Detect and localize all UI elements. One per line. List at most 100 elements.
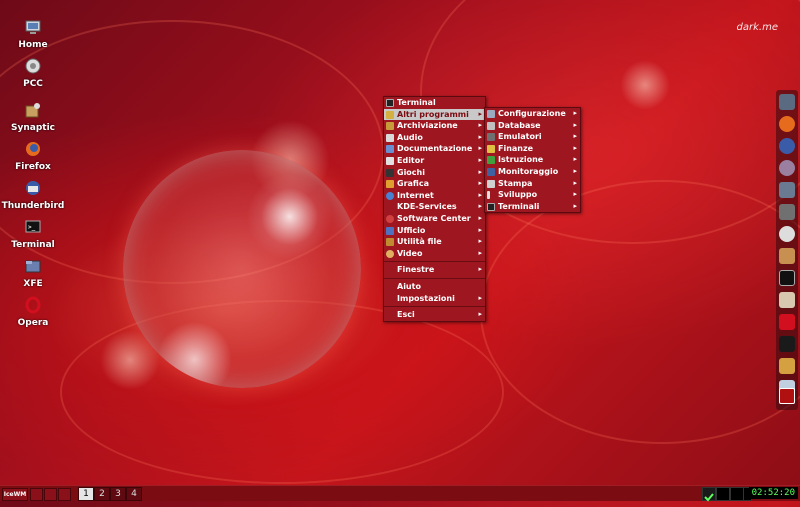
- menu-item-label: Internet: [397, 190, 434, 200]
- desktop-icon-synaptic[interactable]: Synaptic: [0, 101, 66, 133]
- tray-check-icon[interactable]: [702, 487, 716, 502]
- dock-firefox-icon[interactable]: [779, 116, 795, 132]
- menu-item-giochi[interactable]: Giochi ▸: [384, 167, 485, 179]
- dock-pidgin-icon[interactable]: [779, 160, 795, 176]
- chevron-right-icon: ▸: [478, 144, 482, 153]
- dock-logout-icon[interactable]: [779, 388, 795, 404]
- tray-cpu-monitor-icon: [716, 487, 730, 501]
- submenu-item-finanze[interactable]: Finanze ▸: [485, 143, 580, 155]
- menu-item-aiuto[interactable]: Aiuto: [384, 281, 485, 293]
- submenu-item-terminali[interactable]: Terminali ▸: [485, 201, 580, 213]
- submenu-item-configurazione[interactable]: Configurazione ▸: [485, 108, 580, 120]
- menu-item-documentazione[interactable]: Documentazione ▸: [384, 143, 485, 155]
- globe-icon: [386, 191, 394, 200]
- submenu-item-monitoraggio[interactable]: Monitoraggio ▸: [485, 166, 580, 178]
- settings-icon: [487, 110, 495, 118]
- desktop-icon-label: Terminal: [11, 240, 55, 250]
- menu-item-video[interactable]: Video ▸: [384, 248, 485, 260]
- chevron-right-icon: ▸: [478, 179, 482, 188]
- menu-item-ufficio[interactable]: Ufficio ▸: [384, 225, 485, 237]
- desktop-icon-label: Synaptic: [11, 123, 55, 133]
- menu-item-label: Altri programmi: [397, 109, 469, 119]
- menu-item-terminal[interactable]: Terminal: [384, 97, 485, 109]
- dock-settings-icon[interactable]: [779, 204, 795, 220]
- education-icon: [487, 156, 495, 165]
- menu-item-audio[interactable]: Audio ▸: [384, 132, 485, 144]
- menu-item-internet[interactable]: Internet ▸: [384, 190, 485, 202]
- dock-app-icon[interactable]: [779, 182, 795, 198]
- dock-file-manager-icon[interactable]: [779, 358, 795, 374]
- taskbar-folder-icon[interactable]: [44, 488, 57, 501]
- taskbar-clock[interactable]: 02:52:20: [748, 487, 798, 499]
- menu-item-editor[interactable]: Editor ▸: [384, 155, 485, 167]
- desktop-icon-label: Firefox: [15, 162, 51, 172]
- desktop-icon-thunderbird[interactable]: Thunderbird: [0, 179, 66, 211]
- terminal-icon: [386, 99, 394, 107]
- desktop-icon-terminal[interactable]: >_ Terminal: [0, 218, 66, 250]
- chevron-right-icon: ▸: [478, 248, 482, 257]
- opera-icon: [25, 296, 41, 314]
- taskbar: IceWM 1 2 3 4 02:52:20: [0, 485, 800, 502]
- dock-pdf-icon[interactable]: [779, 292, 795, 308]
- menu-item-grafica[interactable]: Grafica ▸: [384, 178, 485, 190]
- menu-item-kde-services[interactable]: KDE-Services ▸: [384, 201, 485, 213]
- menu-item-label: Monitoraggio: [498, 166, 559, 176]
- chevron-right-icon: ▸: [478, 190, 482, 199]
- submenu-item-stampa[interactable]: Stampa ▸: [485, 178, 580, 190]
- desktop-icon-pcc[interactable]: PCC: [0, 57, 66, 89]
- menu-item-label: Video: [397, 248, 423, 258]
- menu-item-utilita-file[interactable]: Utilità file ▸: [384, 236, 485, 248]
- archive-icon: [386, 122, 394, 131]
- desktop-icon-opera[interactable]: Opera: [0, 296, 66, 328]
- terminal-icon: >_: [25, 220, 41, 233]
- menu-item-label: Utilità file: [397, 237, 442, 247]
- menu-item-label: Documentazione: [397, 144, 473, 154]
- menu-item-label: Editor: [397, 155, 425, 165]
- menu-item-altri-programmi[interactable]: Altri programmi ▸: [384, 108, 485, 121]
- taskbar-show-desktop-icon[interactable]: [58, 488, 71, 501]
- submenu-item-database[interactable]: Database ▸: [485, 120, 580, 132]
- tray-network-monitor-icon: [730, 487, 744, 501]
- chevron-right-icon: ▸: [478, 109, 482, 118]
- menu-item-software-center[interactable]: Software Center ▸: [384, 213, 485, 225]
- submenu-item-sviluppo[interactable]: Sviluppo ▸: [485, 189, 580, 201]
- menu-item-label: Configurazione: [498, 109, 566, 118]
- menu-item-impostazioni[interactable]: Impostazioni ▸: [384, 293, 485, 305]
- submenu-item-emulatori[interactable]: Emulatori ▸: [485, 131, 580, 143]
- dock-system-monitor-icon[interactable]: [779, 336, 795, 352]
- desktop-icon-label: Thunderbird: [1, 201, 65, 211]
- workspace-3[interactable]: 3: [110, 487, 126, 501]
- dock-opera-icon[interactable]: [779, 314, 795, 330]
- submenu-item-istruzione[interactable]: Istruzione ▸: [485, 154, 580, 166]
- thunderbird-icon: [26, 181, 40, 195]
- firefox-icon: [26, 142, 40, 156]
- pcc-icon: [25, 58, 41, 74]
- menu-item-label: KDE-Services: [397, 202, 457, 212]
- taskbar-terminal-icon[interactable]: [30, 488, 43, 501]
- menu-item-label: Terminal: [397, 98, 436, 107]
- workspace-4[interactable]: 4: [126, 487, 142, 501]
- dock-terminal-icon[interactable]: [779, 270, 795, 286]
- menu-separator: [384, 261, 485, 263]
- workspace-2[interactable]: 2: [94, 487, 110, 501]
- chevron-right-icon: ▸: [478, 310, 482, 319]
- file-utility-icon: [386, 238, 394, 247]
- office-icon: [386, 226, 394, 235]
- dock-clock-icon[interactable]: [779, 226, 795, 242]
- desktop-icon-home[interactable]: Home: [0, 18, 66, 50]
- desktop-icon-firefox[interactable]: Firefox: [0, 140, 66, 172]
- dock-computer-icon[interactable]: [779, 94, 795, 110]
- dock-archive-icon[interactable]: [779, 248, 795, 264]
- chevron-right-icon: ▸: [573, 120, 577, 129]
- svg-text:>_: >_: [28, 224, 36, 231]
- menu-item-esci[interactable]: Esci ▸: [384, 309, 485, 321]
- desktop-icon-xfe[interactable]: XFE: [0, 257, 66, 289]
- menu-item-archiviazione[interactable]: Archiviazione ▸: [384, 120, 485, 132]
- dock-thunderbird-icon[interactable]: [779, 138, 795, 154]
- workspace-1[interactable]: 1: [78, 487, 94, 501]
- start-button[interactable]: IceWM: [2, 488, 28, 501]
- finance-icon: [487, 144, 495, 153]
- wallpaper-brand: dark.me: [736, 22, 778, 33]
- menu-item-finestre[interactable]: Finestre ▸: [384, 264, 485, 276]
- menu-item-label: Audio: [397, 132, 423, 142]
